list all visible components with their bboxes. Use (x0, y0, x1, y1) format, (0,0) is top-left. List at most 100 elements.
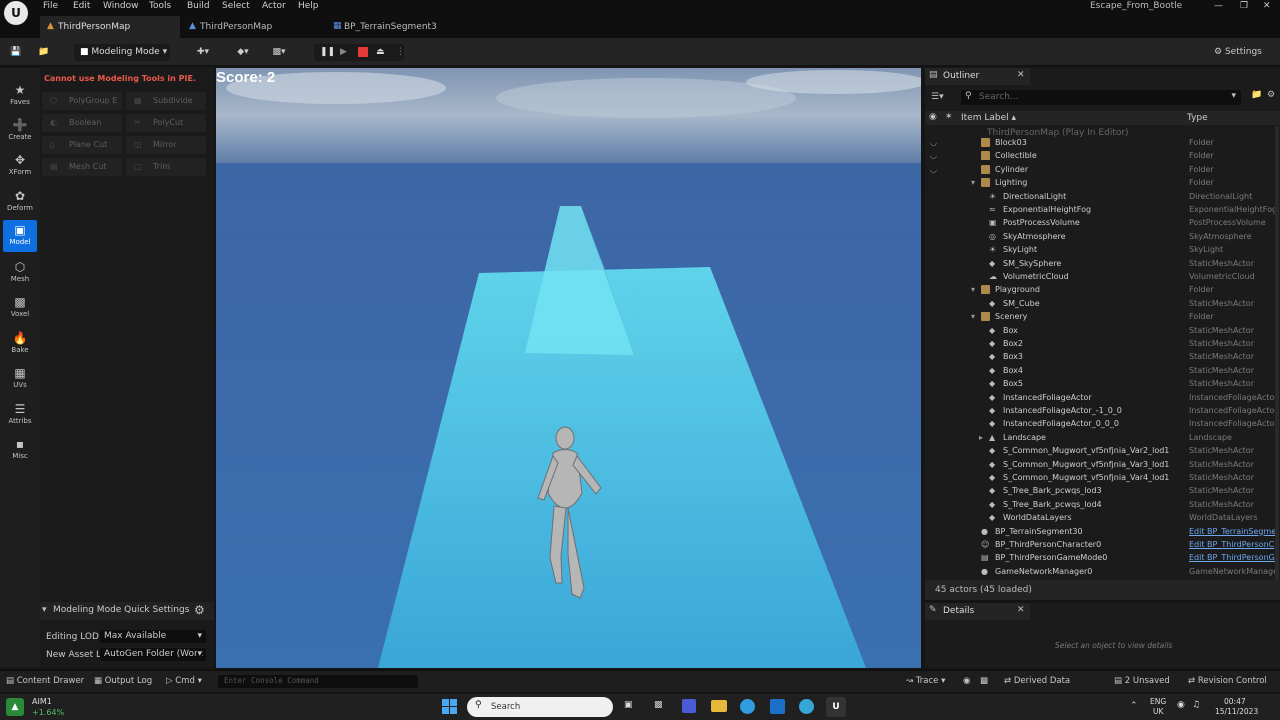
close-icon[interactable]: ✕ (1017, 605, 1025, 615)
eye-icon[interactable]: ◉ (929, 112, 937, 122)
menu-build[interactable]: Build (187, 1, 210, 11)
add-actor-icon[interactable]: ✚▾ (190, 44, 216, 61)
outliner-row[interactable]: ◆ Box5 StaticMeshActor (925, 377, 1275, 390)
outliner-row[interactable]: ☁ VolumetricCloud VolumetricCloud (925, 270, 1275, 283)
tool-polygroup-edit[interactable]: ⬡ PolyGroup E (42, 92, 122, 110)
eject-icon[interactable]: ⏏ (376, 44, 385, 61)
outliner-tab[interactable]: ▤ Outliner ✕ (925, 68, 1030, 85)
cmd-button[interactable]: ▷ Cmd ▾ (166, 676, 202, 686)
revision-control-button[interactable]: ⇄ Revision Control (1188, 676, 1267, 686)
edit-blueprint-link[interactable]: Edit BP_ThirdPersonC (1189, 538, 1275, 551)
outliner-row[interactable]: ◆ S_Common_Mugwort_vf5nfjnia_Var2_lod1 Sta… (925, 444, 1275, 457)
outliner-row[interactable]: ◎ SkyAtmosphere SkyAtmosphere (925, 230, 1275, 243)
palette-xform[interactable]: ✥ XForm (3, 150, 37, 182)
visibility-eye-icon[interactable]: ◡ (930, 136, 937, 149)
palette-voxel[interactable]: ▩ Voxel (3, 292, 37, 324)
mode-selector[interactable]: ■ Modeling Mode ▾ (74, 44, 170, 61)
filter-icon[interactable]: ☰▾ (931, 92, 944, 102)
details-tab[interactable]: ✎ Details ✕ (925, 603, 1030, 620)
close-icon[interactable]: ✕ (1017, 70, 1025, 80)
outliner-row[interactable]: ☀ SkyLight SkyLight (925, 243, 1275, 256)
palette-attribs[interactable]: ☰ Attribs (3, 399, 37, 431)
widgets-icon[interactable]: ▣ (624, 700, 633, 710)
visibility-eye-icon[interactable]: ◡ (930, 163, 937, 176)
menu-select[interactable]: Select (222, 1, 250, 11)
search-input[interactable]: ⚲ Search... ▾ (961, 90, 1241, 105)
expand-arrow-icon[interactable]: ▾ (971, 176, 975, 189)
outliner-row[interactable]: ▸ ▲ Landscape Landscape (925, 431, 1275, 444)
stop-icon[interactable] (358, 47, 368, 57)
level-viewport[interactable]: Score: 2 (216, 68, 921, 668)
menu-edit[interactable]: Edit (73, 1, 90, 11)
outliner-row[interactable]: ◆ SM_SkySphere StaticMeshActor (925, 257, 1275, 270)
language[interactable]: ENG (1150, 697, 1166, 706)
unsaved-button[interactable]: ▤ 2 Unsaved (1114, 676, 1170, 686)
outliner-row[interactable]: ◆ Box StaticMeshActor (925, 324, 1275, 337)
clock-time[interactable]: 00:47 (1224, 697, 1246, 706)
outliner-row[interactable]: ◆ InstancedFoliageActor InstancedFoliageAc… (925, 391, 1275, 404)
outliner-row[interactable]: ☺ BP_ThirdPersonCharacter0 Edit BP_ThirdPe… (925, 538, 1275, 551)
close-icon[interactable]: ✕ (1263, 1, 1271, 11)
tray-chevron-icon[interactable]: ⌃ (1130, 701, 1138, 711)
outliner-row[interactable]: ◆ S_Common_Mugwort_vf5nfjnia_Var4_lod1 Sta… (925, 471, 1275, 484)
task-view-icon[interactable]: ▩ (654, 700, 663, 710)
cinematics-icon[interactable]: ▩▾ (266, 44, 292, 61)
unreal-logo-icon[interactable]: U (4, 1, 28, 25)
palette-uvs[interactable]: ▦ UVs (3, 363, 37, 395)
outliner-row[interactable]: ● GameNetworkManager0 GameNetworkManage (925, 565, 1275, 578)
column-item-label[interactable]: Item Label ▴ (961, 113, 1016, 123)
menu-actor[interactable]: Actor (262, 1, 286, 11)
gear-icon[interactable]: ⚙ (1267, 90, 1275, 100)
unreal-engine-taskbar-icon[interactable]: U (826, 697, 846, 717)
outliner-row[interactable]: ▾ Lighting Folder (925, 176, 1275, 189)
menu-help[interactable]: Help (298, 1, 319, 11)
add-folder-icon[interactable]: 📁 (1251, 90, 1262, 100)
expand-arrow-icon[interactable]: ▾ (971, 283, 975, 296)
outliner-row[interactable]: ◡ Cylinder Folder (925, 163, 1275, 176)
outliner-row[interactable]: ◆ S_Tree_Bark_pcwqs_lod3 StaticMeshActor (925, 484, 1275, 497)
outliner-row[interactable]: ◆ Box3 StaticMeshActor (925, 350, 1275, 363)
palette-create[interactable]: ➕ Create (3, 115, 37, 147)
collapse-arrow-icon[interactable]: ▸ (979, 431, 983, 444)
more-icon[interactable]: ⋮ (396, 44, 405, 61)
wifi-icon[interactable]: ◉ (1177, 700, 1185, 710)
tool-boolean[interactable]: ◐ Boolean (42, 114, 122, 132)
menu-window[interactable]: Window (103, 1, 139, 11)
palette-faves[interactable]: ★ Faves (3, 80, 37, 112)
tool-mesh-cut[interactable]: ▤ Mesh Cut (42, 158, 122, 176)
save-icon[interactable]: 💾 (8, 44, 24, 61)
pause-icon[interactable]: ❚❚ (320, 44, 335, 61)
content-browser-icon[interactable]: 📁 (36, 44, 52, 61)
stock-widget-icon[interactable]: ▲ (6, 698, 24, 716)
expand-arrow-icon[interactable]: ▾ (971, 310, 975, 323)
outliner-row[interactable]: ◆ S_Common_Mugwort_vf5nfjnia_Var3_lod1 Sta… (925, 458, 1275, 471)
derived-data-button[interactable]: ⇄ Derived Data (1004, 676, 1070, 686)
maximize-icon[interactable]: ❐ (1240, 1, 1248, 11)
editing-lod-select[interactable]: Max Available ▾ (100, 630, 206, 643)
blueprint-menu-icon[interactable]: ◆▾ (228, 44, 258, 61)
tool-mirror[interactable]: ◫ Mirror (126, 136, 206, 154)
visibility-eye-icon[interactable]: ◡ (930, 149, 937, 162)
outliner-row[interactable]: ≈ ExponentialHeightFog ExponentialHeightFo… (925, 203, 1275, 216)
pin-icon[interactable]: ✶ (945, 112, 953, 122)
gear-icon[interactable]: ⚙ (194, 603, 205, 617)
outliner-row[interactable]: ● BP_TerrainSegment30 Edit BP_TerrainSegme (925, 525, 1275, 538)
outliner-row[interactable]: ◆ SM_Cube StaticMeshActor (925, 297, 1275, 310)
output-log-button[interactable]: ▦ Output Log (94, 676, 152, 686)
palette-bake[interactable]: 🔥 Bake (3, 328, 37, 360)
menu-tools[interactable]: Tools (149, 1, 171, 11)
scrollbar[interactable] (1275, 126, 1279, 580)
content-drawer-button[interactable]: ▤ Content Drawer (6, 676, 84, 686)
outliner-row[interactable]: ▾ Playground Folder (925, 283, 1275, 296)
tab-bp-terrainsegment3[interactable]: ▦ BP_TerrainSegment3 (326, 16, 476, 38)
new-asset-location-select[interactable]: AutoGen Folder (Work ▾ (100, 648, 206, 661)
outliner-row[interactable]: ◆ InstancedFoliageActor_-1_0_0 InstancedFo… (925, 404, 1275, 417)
quick-settings-header[interactable]: ▾ Modeling Mode Quick Settings ⚙ (40, 602, 214, 620)
minimize-icon[interactable]: — (1214, 1, 1223, 11)
edge-beta-icon[interactable] (799, 699, 814, 714)
outliner-row[interactable]: ◆ S_Tree_Bark_pcwqs_lod4 StaticMeshActor (925, 498, 1275, 511)
outliner-row[interactable]: ▤ BP_ThirdPersonGameMode0 Edit BP_ThirdPer… (925, 551, 1275, 564)
record-icon[interactable]: ◉ (963, 676, 970, 686)
outliner-row[interactable]: ☀ DirectionalLight DirectionalLight (925, 190, 1275, 203)
outliner-row[interactable]: ◡ Block03 Folder (925, 136, 1275, 149)
